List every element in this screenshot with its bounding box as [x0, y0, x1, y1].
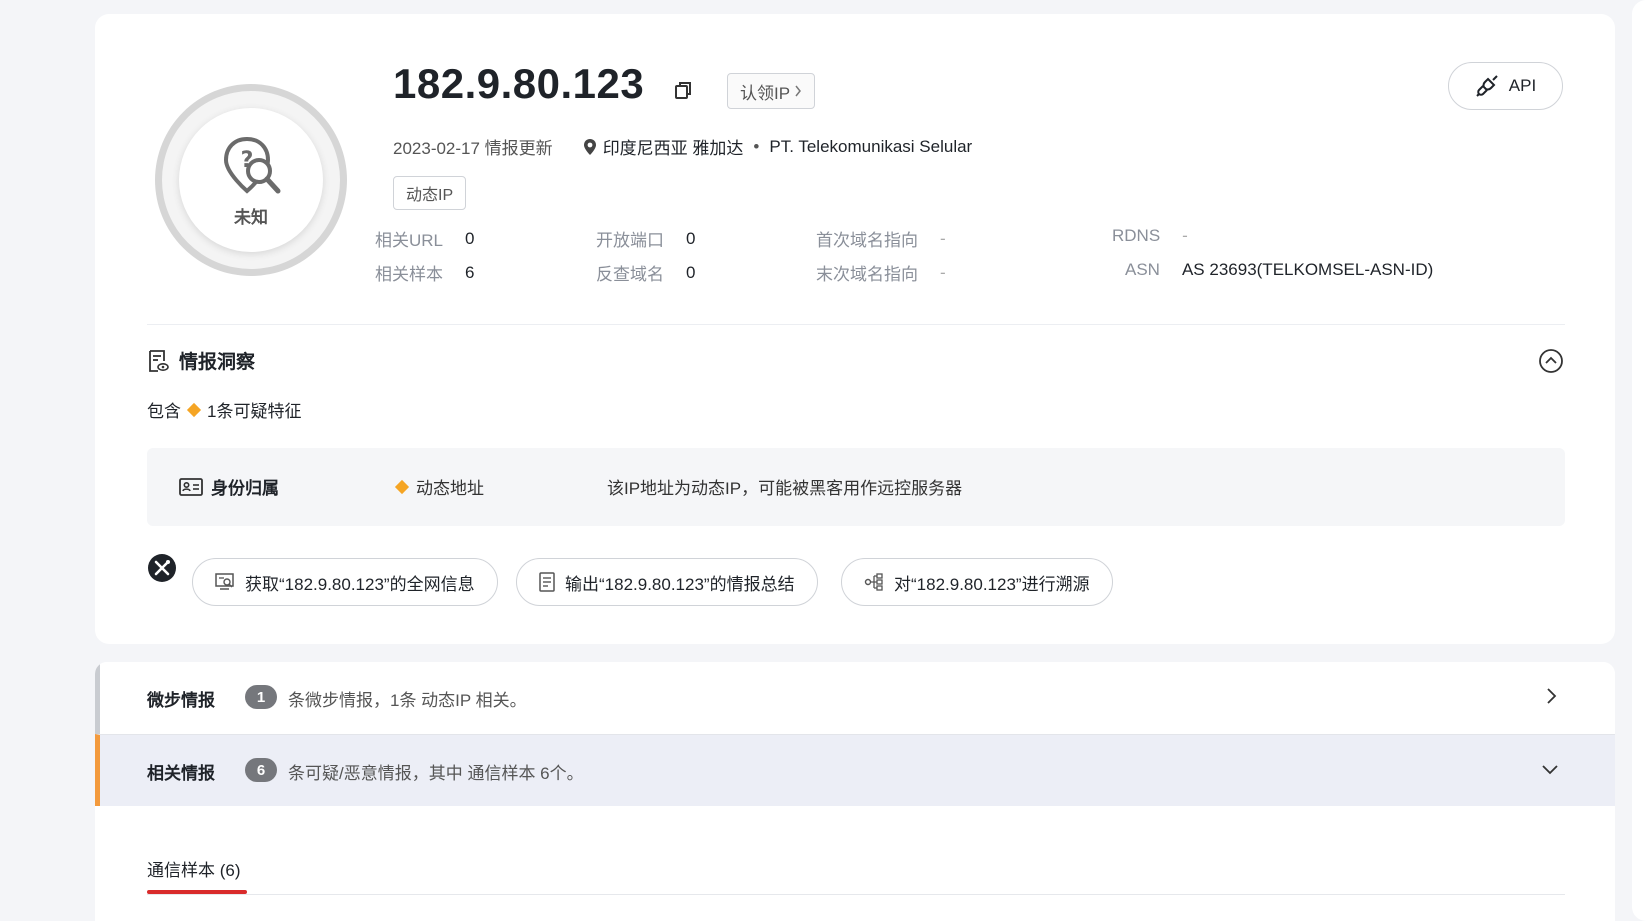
- tree-branch-icon: [864, 573, 883, 591]
- feature-tag: 动态地址: [394, 474, 484, 499]
- related-intel-count: 6: [245, 758, 277, 782]
- separator-dot: •: [753, 136, 760, 156]
- link-plug-icon: [1476, 75, 1498, 97]
- dynamic-ip-tag: 动态IP: [393, 176, 467, 210]
- output-summary-button[interactable]: 输出“182.9.80.123”的情报总结: [516, 558, 818, 606]
- api-label: API: [1508, 76, 1537, 95]
- micro-intel-title: 微步情报: [147, 691, 215, 710]
- stat-first-domain: 首次域名指向 -: [816, 228, 946, 251]
- tab-comm-samples[interactable]: 通信样本 (6): [147, 856, 241, 881]
- get-network-info-button[interactable]: 获取“182.9.80.123”的全网信息: [192, 558, 498, 606]
- document-icon: [539, 572, 555, 592]
- feature-description: 该IP地址为动态IP，可能被黑客用作远控服务器: [607, 479, 963, 498]
- stat-related-samples: 相关样本 6: [375, 262, 475, 285]
- diamond-icon: [394, 479, 410, 494]
- api-button[interactable]: API: [1448, 62, 1563, 110]
- stat-reverse-domains: 反查域名 0: [596, 262, 696, 285]
- verdict-badge: ? 未知: [155, 84, 347, 276]
- ip-address-title: 182.9.80.123: [393, 60, 645, 107]
- micro-intel-text: 条微步情报，1条 动态IP 相关。: [288, 691, 527, 710]
- claim-ip-button[interactable]: 认领IP: [727, 73, 816, 109]
- verdict-label: 未知: [234, 207, 268, 227]
- location-text: 印度尼西亚 雅加达: [602, 139, 744, 158]
- stat-last-domain: 末次域名指向 -: [816, 262, 946, 285]
- suspicious-feature-summary: 包含 1条可疑特征: [147, 402, 302, 421]
- related-intel-row[interactable]: 相关情报 6 条可疑/恶意情报，其中 通信样本 6个。: [95, 734, 1615, 806]
- stat-rdns: RDNS -: [1112, 226, 1188, 245]
- chevron-right-icon: [1547, 688, 1557, 704]
- right-panel-edge: [1632, 0, 1649, 921]
- chevron-down-icon: [1542, 765, 1558, 775]
- diamond-icon: [186, 402, 202, 417]
- stat-open-ports: 开放端口 0: [596, 228, 696, 251]
- ai-assistant-icon[interactable]: [147, 553, 177, 583]
- unknown-location-search-icon: ?: [223, 136, 281, 194]
- ip-overview-card: ? 未知 182.9.80.123 认领IP API 2023-02-17 情报…: [95, 14, 1615, 644]
- stat-asn: ASN AS 23693(TELKOMSEL-ASN-ID): [1125, 260, 1434, 279]
- monitor-search-icon: [215, 573, 234, 590]
- insight-title: 情报洞察: [179, 352, 256, 373]
- feature-row: 身份归属 动态地址 该IP地址为动态IP，可能被黑客用作远控服务器: [147, 448, 1565, 526]
- chevron-right-icon: [795, 85, 802, 97]
- report-eye-icon: [149, 349, 169, 372]
- intel-list-card: 微步情报 1 条微步情报，1条 动态IP 相关。 相关情报 6 条可疑/恶意情报…: [95, 662, 1615, 921]
- trace-source-button[interactable]: 对“182.9.80.123”进行溯源: [841, 558, 1113, 606]
- claim-ip-label: 认领IP: [740, 83, 791, 103]
- id-card-icon: [179, 477, 203, 496]
- meta-row: 2023-02-17 情报更新 印度尼西亚 雅加达 • PT. Telekomu…: [393, 134, 972, 159]
- feature-category: 身份归属: [179, 474, 279, 499]
- related-intel-title: 相关情报: [147, 764, 215, 783]
- related-intel-text: 条可疑/恶意情报，其中 通信样本 6个。: [288, 764, 584, 783]
- insight-section-header: 情报洞察: [147, 347, 255, 374]
- update-date: 2023-02-17 情报更新: [393, 139, 553, 158]
- collapse-chevron-up-icon[interactable]: [1538, 348, 1564, 374]
- divider: [147, 324, 1565, 325]
- location-pin-icon: [583, 138, 596, 155]
- stat-related-url: 相关URL 0: [375, 228, 475, 251]
- isp-text: PT. Telekomunikasi Selular: [769, 136, 973, 156]
- micro-intel-count: 1: [245, 685, 277, 709]
- copy-icon[interactable]: [673, 80, 693, 100]
- micro-intel-row[interactable]: 微步情报 1 条微步情报，1条 动态IP 相关。: [95, 662, 1615, 734]
- tab-baseline: [147, 894, 1565, 895]
